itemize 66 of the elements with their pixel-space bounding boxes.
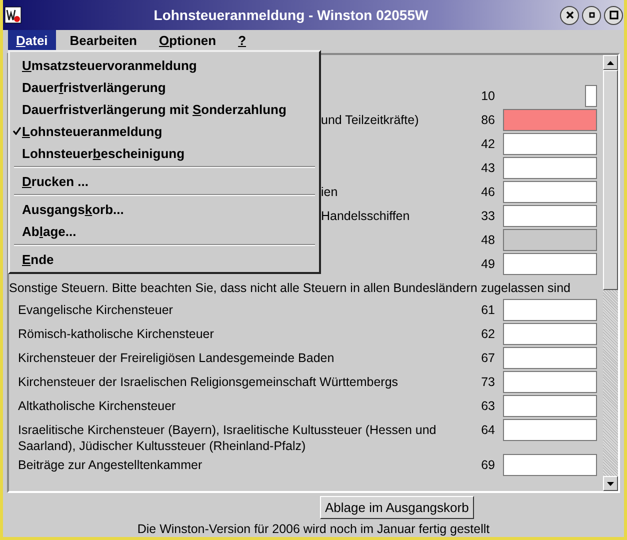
minimize-button[interactable] bbox=[582, 6, 601, 24]
field-label: Kirchensteuer der Israelischen Religionsgemeinschaft Württembergs bbox=[18, 374, 400, 390]
line-number: 62 bbox=[481, 326, 495, 342]
menu-item[interactable]: Drucken ... bbox=[12, 170, 317, 192]
line-number: 48 bbox=[481, 232, 495, 248]
amount-field[interactable] bbox=[503, 395, 597, 417]
close-button[interactable] bbox=[560, 6, 579, 24]
line-number: 73 bbox=[481, 374, 495, 390]
menu-bar-item[interactable]: Datei bbox=[8, 30, 56, 50]
amount-field[interactable] bbox=[503, 157, 597, 179]
amount-field[interactable] bbox=[503, 454, 597, 476]
close-icon bbox=[564, 10, 574, 20]
line-number: 86 bbox=[481, 112, 495, 128]
line-number: 33 bbox=[481, 208, 495, 224]
status-message: Die Winston-Version für 2006 wird noch im Januar fertig gestellt bbox=[136, 522, 491, 536]
menu-item[interactable]: Lohnsteuerbescheinigung bbox=[12, 142, 317, 164]
menu-item[interactable]: Dauerfristverlängerung mit Sonderzahlung bbox=[12, 98, 317, 120]
line-number: 67 bbox=[481, 350, 495, 366]
amount-field[interactable] bbox=[503, 323, 597, 345]
scrollbar[interactable] bbox=[603, 55, 618, 491]
menu-bar-item[interactable]: Bearbeiten bbox=[62, 30, 145, 50]
menu-item[interactable]: Umsatzsteuervoranmeldung bbox=[12, 54, 317, 76]
field-label: Altkatholische Kirchensteuer bbox=[18, 398, 177, 414]
menu-item[interactable]: Ende bbox=[12, 248, 317, 270]
line-number: 49 bbox=[481, 256, 495, 272]
field-label: Beiträge zur Angestelltenkammer bbox=[18, 457, 204, 473]
amount-field[interactable] bbox=[585, 85, 597, 107]
menu-bar-item[interactable]: Optionen bbox=[151, 30, 224, 50]
small-square-icon bbox=[586, 10, 596, 20]
app-logo-icon bbox=[4, 6, 22, 24]
field-label: ien bbox=[321, 184, 339, 200]
line-number: 61 bbox=[481, 302, 495, 318]
amount-field[interactable] bbox=[503, 181, 597, 203]
window-title: Lohnsteueranmeldung - Winston 02055W bbox=[152, 7, 430, 23]
menu-item[interactable]: Ablage... bbox=[12, 220, 317, 242]
scroll-down-icon bbox=[607, 482, 614, 486]
line-number: 69 bbox=[481, 457, 495, 473]
amount-field[interactable] bbox=[503, 347, 597, 369]
menu-bar-item[interactable]: ? bbox=[230, 30, 254, 50]
menu-item[interactable]: Ausgangskorb... bbox=[12, 198, 317, 220]
line-number: 46 bbox=[481, 184, 495, 200]
amount-field[interactable] bbox=[503, 299, 597, 321]
line-number: 42 bbox=[481, 136, 495, 152]
line-number: 43 bbox=[481, 160, 495, 176]
menu-item[interactable]: Lohnsteueranmeldung bbox=[12, 120, 317, 142]
amount-field[interactable] bbox=[503, 253, 597, 275]
amount-field[interactable] bbox=[503, 133, 597, 155]
amount-field[interactable] bbox=[503, 419, 597, 441]
field-label: Israelitische Kirchensteuer (Bayern), Israelitische Kultussteuer (Hessen und Saarland), Jüdischer Kultussteuer (Rheinland-Pfalz) bbox=[18, 422, 438, 454]
section-heading: Sonstige Steuern. Bitte beachten Sie, dass nicht alle Steuern in allen Bundesländern zugelassen sind bbox=[9, 280, 572, 297]
field-label: und Teilzeitkräfte) bbox=[321, 112, 420, 128]
line-number: 64 bbox=[481, 422, 495, 438]
field-label: Handelsschiffen bbox=[321, 208, 411, 224]
field-label: Römisch-katholische Kirchensteuer bbox=[18, 326, 215, 342]
amount-field[interactable] bbox=[503, 371, 597, 393]
maximize-button[interactable] bbox=[604, 6, 623, 24]
menu-item[interactable]: Dauerfristverlängerung bbox=[12, 76, 317, 98]
maximize-icon bbox=[608, 10, 618, 20]
line-number: 10 bbox=[481, 88, 495, 104]
field-label: Evangelische Kirchensteuer bbox=[18, 302, 174, 318]
file-to-outbox-button[interactable]: Ablage im Ausgangskorb bbox=[320, 496, 474, 519]
amount-field[interactable] bbox=[503, 109, 597, 131]
amount-field[interactable] bbox=[503, 205, 597, 227]
line-number: 63 bbox=[481, 398, 495, 414]
field-label: Kirchensteuer der Freireligiösen Landesgemeinde Baden bbox=[18, 350, 336, 366]
scroll-up-icon bbox=[607, 60, 614, 64]
